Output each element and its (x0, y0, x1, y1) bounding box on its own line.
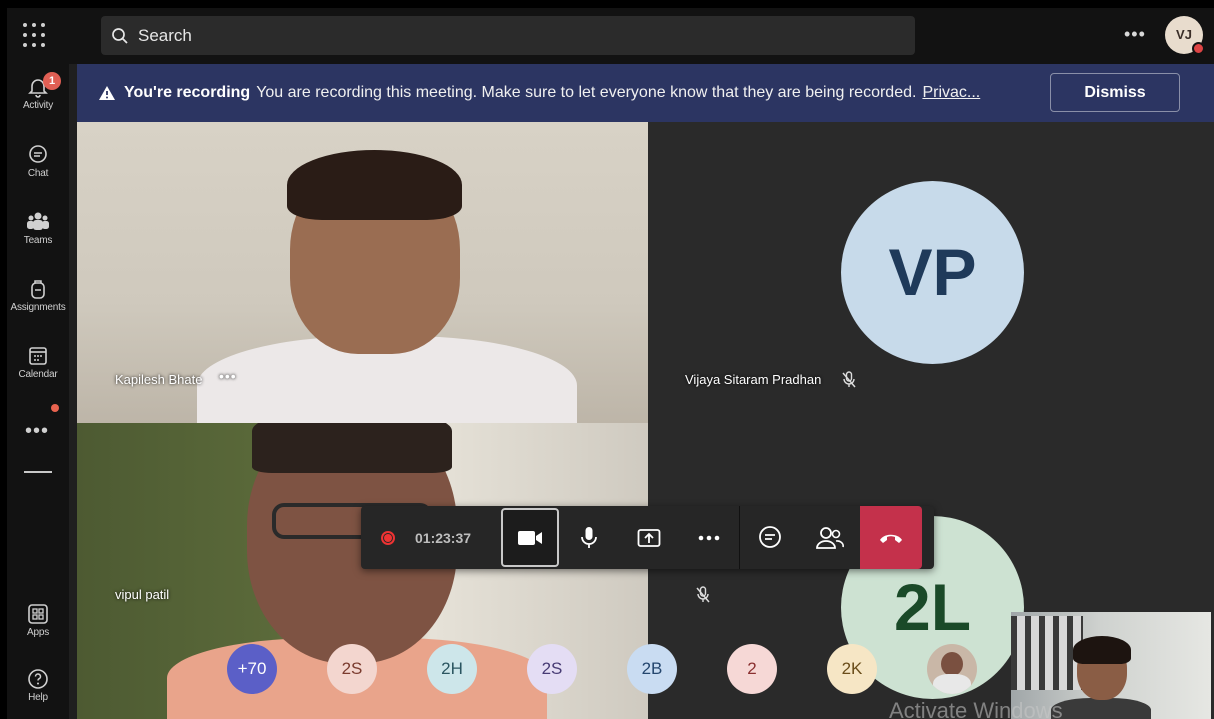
bubble-text: 2H (441, 659, 463, 678)
bubble-text: 2K (841, 659, 863, 678)
app-rail: 1 Activity Chat Teams Assignments Calend… (7, 8, 69, 719)
rail-item-teams[interactable]: Teams (7, 211, 69, 246)
notification-dot (51, 404, 59, 412)
chat-icon (29, 145, 47, 163)
recording-indicator: 01:23:37 (361, 506, 501, 569)
mic-off-icon (696, 586, 710, 603)
rail-item-label: Teams (23, 235, 53, 246)
self-view-body (1051, 698, 1151, 719)
rail-item-assignments[interactable]: Assignments (7, 278, 69, 313)
participant-bubble[interactable]: 2K (827, 644, 877, 694)
search-placeholder: Search (138, 25, 192, 45)
privacy-link[interactable]: Privac... (922, 84, 980, 102)
rail-divider (24, 471, 52, 473)
warning-icon (99, 86, 115, 100)
microphone-button[interactable] (559, 506, 619, 569)
participant-photo-bubble[interactable] (927, 644, 977, 694)
search-input[interactable]: Search (101, 16, 915, 55)
more-apps-button[interactable]: ••• (25, 421, 49, 441)
app-launcher-icon[interactable] (23, 23, 49, 49)
calendar-icon (29, 347, 47, 365)
rail-item-apps[interactable]: Apps (7, 603, 69, 638)
activation-watermark: Activate Windows (889, 698, 1063, 719)
rail-item-label: Help (28, 692, 48, 703)
camera-button[interactable] (501, 508, 559, 567)
presence-indicator (1192, 42, 1205, 55)
rail-item-chat[interactable]: Chat (7, 144, 69, 179)
rail-item-label: Assignments (10, 302, 66, 313)
participant-bubble[interactable]: 2H (427, 644, 477, 694)
banner-title: You're recording (124, 84, 251, 101)
bubble-text: 2B (641, 659, 663, 678)
rail-item-label: Calendar (18, 369, 58, 380)
teams-icon (27, 212, 49, 230)
people-icon (816, 526, 844, 549)
bubble-text: +70 (237, 659, 267, 678)
call-controls: 01:23:37 (361, 506, 934, 569)
video-tile-kapilesh[interactable]: Kapilesh Bhate ••• (77, 122, 648, 423)
participant-initials-avatar: VP (841, 181, 1024, 364)
mic-off-icon (842, 371, 856, 388)
search-icon (112, 27, 128, 44)
rail-item-label: Activity (22, 100, 54, 111)
participant-bubble[interactable]: 2S (327, 644, 377, 694)
more-options-button[interactable]: ••• (1124, 24, 1146, 45)
participants-button[interactable] (800, 506, 860, 569)
recording-banner: You're recording You are recording this … (77, 64, 1214, 122)
overflow-participants-bubble[interactable]: +70 (227, 644, 277, 694)
participant-name: Vijaya Sitaram Pradhan (685, 372, 822, 387)
avatar-initials: VJ (1176, 27, 1192, 42)
rail-item-calendar[interactable]: Calendar (7, 345, 69, 380)
help-icon (28, 669, 48, 689)
video-tile-vijaya[interactable]: VP Vijaya Sitaram Pradhan (648, 122, 1214, 423)
participant-name: Kapilesh Bhate (115, 372, 203, 387)
hang-up-icon (880, 534, 902, 543)
chat-icon (759, 525, 781, 548)
photo-head (941, 652, 963, 676)
rail-item-help[interactable]: Help (7, 668, 69, 703)
chat-button[interactable] (740, 506, 800, 569)
share-tray-icon (637, 528, 661, 547)
teams-window: 1 Activity Chat Teams Assignments Calend… (7, 8, 1214, 719)
participant-bubble[interactable]: 2S (527, 644, 577, 694)
rail-item-activity[interactable]: 1 Activity (7, 72, 69, 111)
participant-bubble[interactable]: 2 (727, 644, 777, 694)
video-camera-icon (518, 530, 542, 545)
more-actions-button[interactable] (679, 506, 739, 569)
share-screen-button[interactable] (619, 506, 679, 569)
self-view-hair (1073, 636, 1131, 664)
banner-message: You are recording this meeting. Make sur… (256, 84, 917, 101)
participant-video-hair (252, 423, 452, 473)
rail-item-label: Chat (27, 168, 49, 179)
bubble-text: 2S (341, 659, 363, 678)
rail-item-label: Apps (27, 627, 49, 638)
participant-more-button[interactable]: ••• (219, 368, 237, 384)
record-icon (381, 530, 395, 545)
top-bar: Search ••• VJ (69, 8, 1214, 64)
dismiss-button[interactable]: Dismiss (1050, 73, 1180, 112)
apps-icon (28, 604, 48, 624)
bubble-text: 2S (541, 659, 563, 678)
bubble-text: 2 (747, 659, 757, 678)
backpack-icon (31, 280, 45, 299)
leave-call-button[interactable] (860, 506, 922, 569)
photo-body (933, 674, 971, 694)
recording-time: 01:23:37 (415, 529, 472, 546)
activity-badge: 1 (43, 72, 61, 90)
more-dots-icon (698, 535, 720, 540)
user-avatar[interactable]: VJ (1165, 16, 1205, 55)
participant-name: vipul patil (115, 587, 170, 602)
participant-bubble[interactable]: 2B (627, 644, 677, 694)
microphone-icon (581, 526, 597, 548)
participant-video-hair (287, 150, 462, 220)
